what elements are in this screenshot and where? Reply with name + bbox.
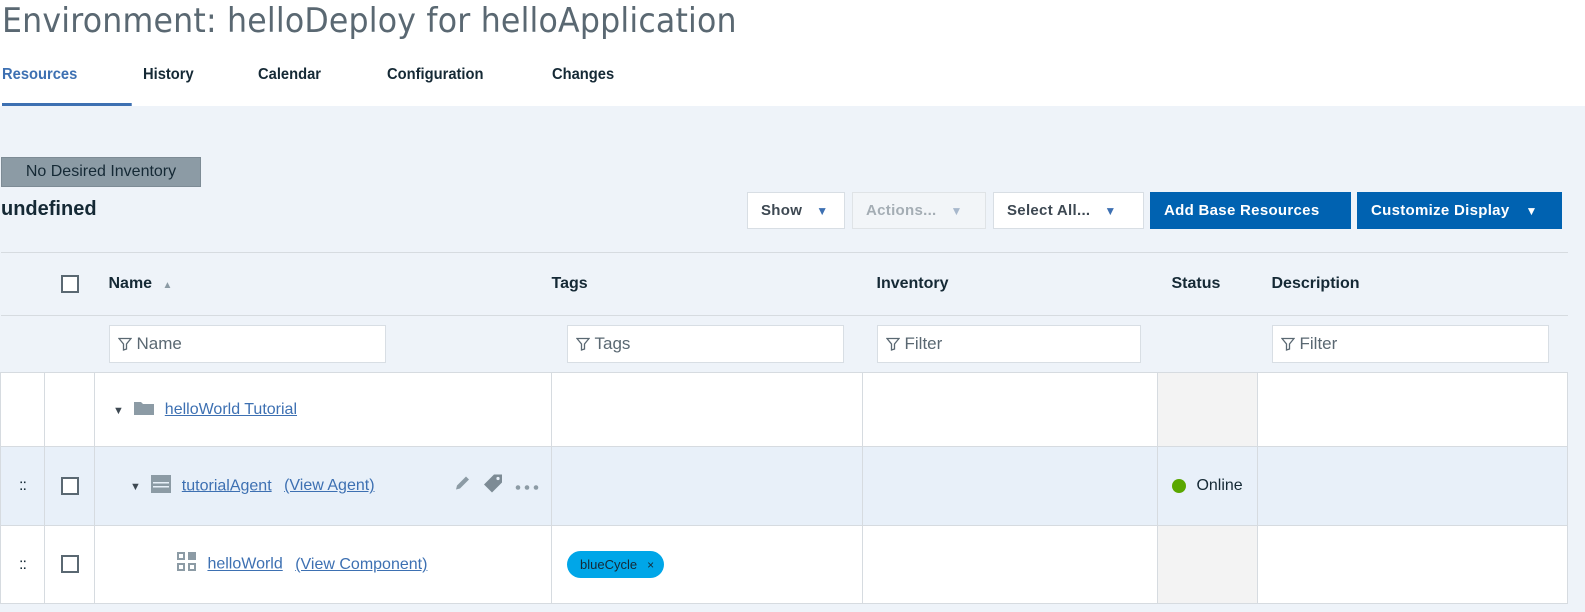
inventory-filter-input[interactable]: Filter [876,325,1141,363]
status-text: Online [1196,476,1243,494]
table-row: :: helloWorld (View Component) blueCycle [0,525,1568,604]
resources-panel: No Desired Inventory undefined Show ▼ Ac… [0,106,1585,612]
tag-icon[interactable] [483,474,503,499]
tab-history[interactable]: History [143,58,249,106]
actions-dropdown[interactable]: Actions... ▼ [852,192,986,229]
column-header-description: Description [1257,252,1568,316]
view-component-link[interactable]: (View Component) [295,556,427,573]
add-base-resources-label: Add Base Resources [1164,202,1320,219]
chevron-down-icon: ▼ [1104,203,1117,218]
expand-toggle-icon[interactable]: ▼ [113,405,124,417]
show-dropdown[interactable]: Show ▼ [747,192,845,229]
section-title: undefined [1,198,97,220]
table-header-row: Name ▲ Tags Inventory Status Description [0,252,1568,316]
agent-link[interactable]: tutorialAgent [182,477,272,494]
agent-icon [151,474,172,498]
filter-icon [1280,337,1295,351]
column-header-tags: Tags [551,252,863,316]
folder-link[interactable]: helloWorld Tutorial [165,401,297,418]
name-header-label: Name [108,275,153,292]
sort-ascending-icon: ▲ [162,280,173,291]
chevron-down-icon: ▼ [1525,203,1538,218]
name-filter-placeholder: Name [136,334,182,353]
tag-badge: blueCycle × [567,551,665,578]
folder-icon [134,400,155,420]
component-icon [177,552,197,577]
tag-label: blueCycle [580,557,638,572]
chevron-down-icon: ▼ [950,203,963,218]
table-row: :: ▼ tutorialAgent (View Agent) Online [0,446,1568,526]
select-all-checkbox[interactable] [60,274,79,293]
filter-icon [117,337,132,351]
show-label: Show [761,202,803,219]
component-link[interactable]: helloWorld [207,556,282,573]
tab-calendar[interactable]: Calendar [258,58,377,106]
column-header-inventory: Inventory [862,252,1158,316]
row-checkbox[interactable] [60,555,79,574]
inventory-badge: No Desired Inventory [1,157,201,187]
column-header-status: Status [1157,252,1258,316]
edit-icon[interactable] [453,475,471,498]
chevron-down-icon: ▼ [816,203,829,218]
row-actions [453,474,539,499]
add-base-resources-button[interactable]: Add Base Resources [1150,192,1351,229]
actions-label: Actions... [866,202,937,219]
inventory-filter-placeholder: Filter [904,334,943,353]
name-filter-input[interactable]: Name [108,325,386,363]
online-status-icon [1172,478,1186,493]
tags-filter-placeholder: Tags [594,334,631,353]
filter-icon [575,337,590,351]
more-options-icon[interactable] [515,477,539,495]
row-checkbox[interactable] [60,476,79,495]
customize-display-button[interactable]: Customize Display ▼ [1357,192,1562,229]
select-all-label: Select All... [1007,202,1091,219]
tags-filter-input[interactable]: Tags [566,325,844,363]
tab-changes[interactable]: Changes [552,58,644,106]
tab-configuration[interactable]: Configuration [387,58,539,106]
customize-display-label: Customize Display [1371,202,1510,219]
description-filter-input[interactable]: Filter [1271,325,1549,363]
description-filter-placeholder: Filter [1299,334,1338,353]
view-agent-link[interactable]: (View Agent) [284,477,374,494]
column-header-name[interactable]: Name ▲ [94,252,552,316]
page-title: Environment: helloDeploy for helloApplic… [2,1,737,41]
drag-handle[interactable]: :: [0,446,45,526]
table-row: ▼ helloWorld Tutorial [0,372,1568,447]
filter-row: Name Tags Filter Filter [0,315,1568,373]
resources-table: Name ▲ Tags Inventory Status Description… [0,252,1568,604]
tab-resources[interactable]: Resources [2,58,132,106]
drag-handle[interactable]: :: [0,525,45,604]
status-cell: Online [1157,446,1258,526]
expand-toggle-icon[interactable]: ▼ [130,481,141,493]
select-all-dropdown[interactable]: Select All... ▼ [993,192,1144,229]
remove-tag-icon[interactable]: × [647,558,654,572]
tab-bar: Resources History Calendar Configuration… [0,58,652,106]
filter-icon [885,337,900,351]
